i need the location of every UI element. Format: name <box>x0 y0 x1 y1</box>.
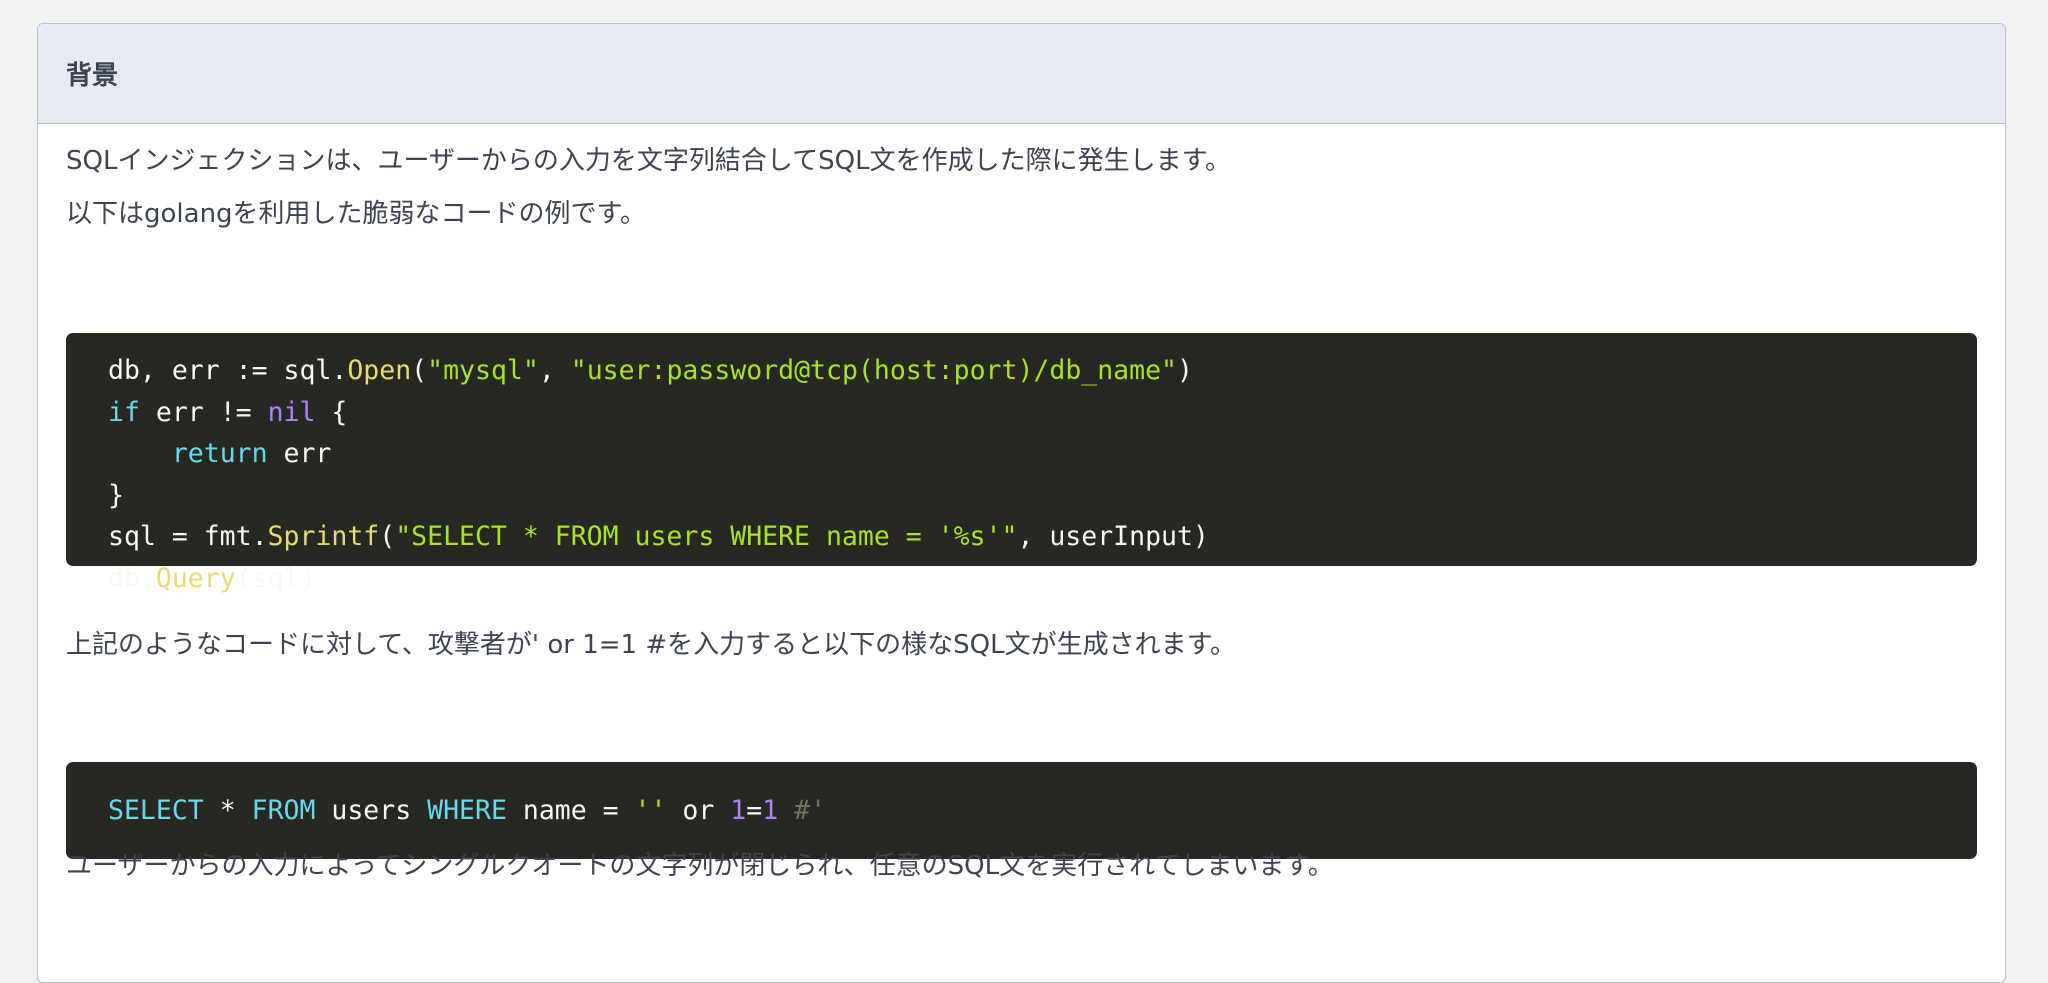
example-intro-paragraph: 以下はgolangを利用した脆弱なコードの例です。 <box>66 199 646 229</box>
attack-intro-paragraph: 上記のようなコードに対して、攻撃者が' or 1=1 #を入力すると以下の様なS… <box>66 630 1236 660</box>
conclusion-paragraph: ユーザーからの入力によってシングルクオートの文字列が閉じられ、任意のSQL文を実… <box>66 851 1334 881</box>
go-code-block[interactable]: db, err := sql.Open("mysql", "user:passw… <box>66 333 1977 594</box>
code-line: } <box>108 479 124 511</box>
section-header: 背景 <box>38 24 2005 124</box>
intro-paragraph: SQLインジェクションは、ユーザーからの入力を文字列結合してSQL文を作成した際… <box>66 146 1232 176</box>
code-line: sql = fmt.Sprintf("SELECT * FROM users W… <box>108 521 1209 552</box>
code-line: return err <box>171 438 332 469</box>
code-line: db, err := sql.Open("mysql", "user:passw… <box>108 355 1193 386</box>
section-title: 背景 <box>66 61 119 91</box>
code-line: db.Query(sql) <box>108 562 316 594</box>
code-line: SELECT * FROM users WHERE name = '' or 1… <box>108 795 827 826</box>
background-section-card: 背景 SQLインジェクションは、ユーザーからの入力を文字列結合してSQL文を作成… <box>37 23 2006 983</box>
sql-code-block[interactable]: SELECT * FROM users WHERE name = '' or 1… <box>66 762 1977 859</box>
code-line: if err != nil { <box>108 396 348 428</box>
